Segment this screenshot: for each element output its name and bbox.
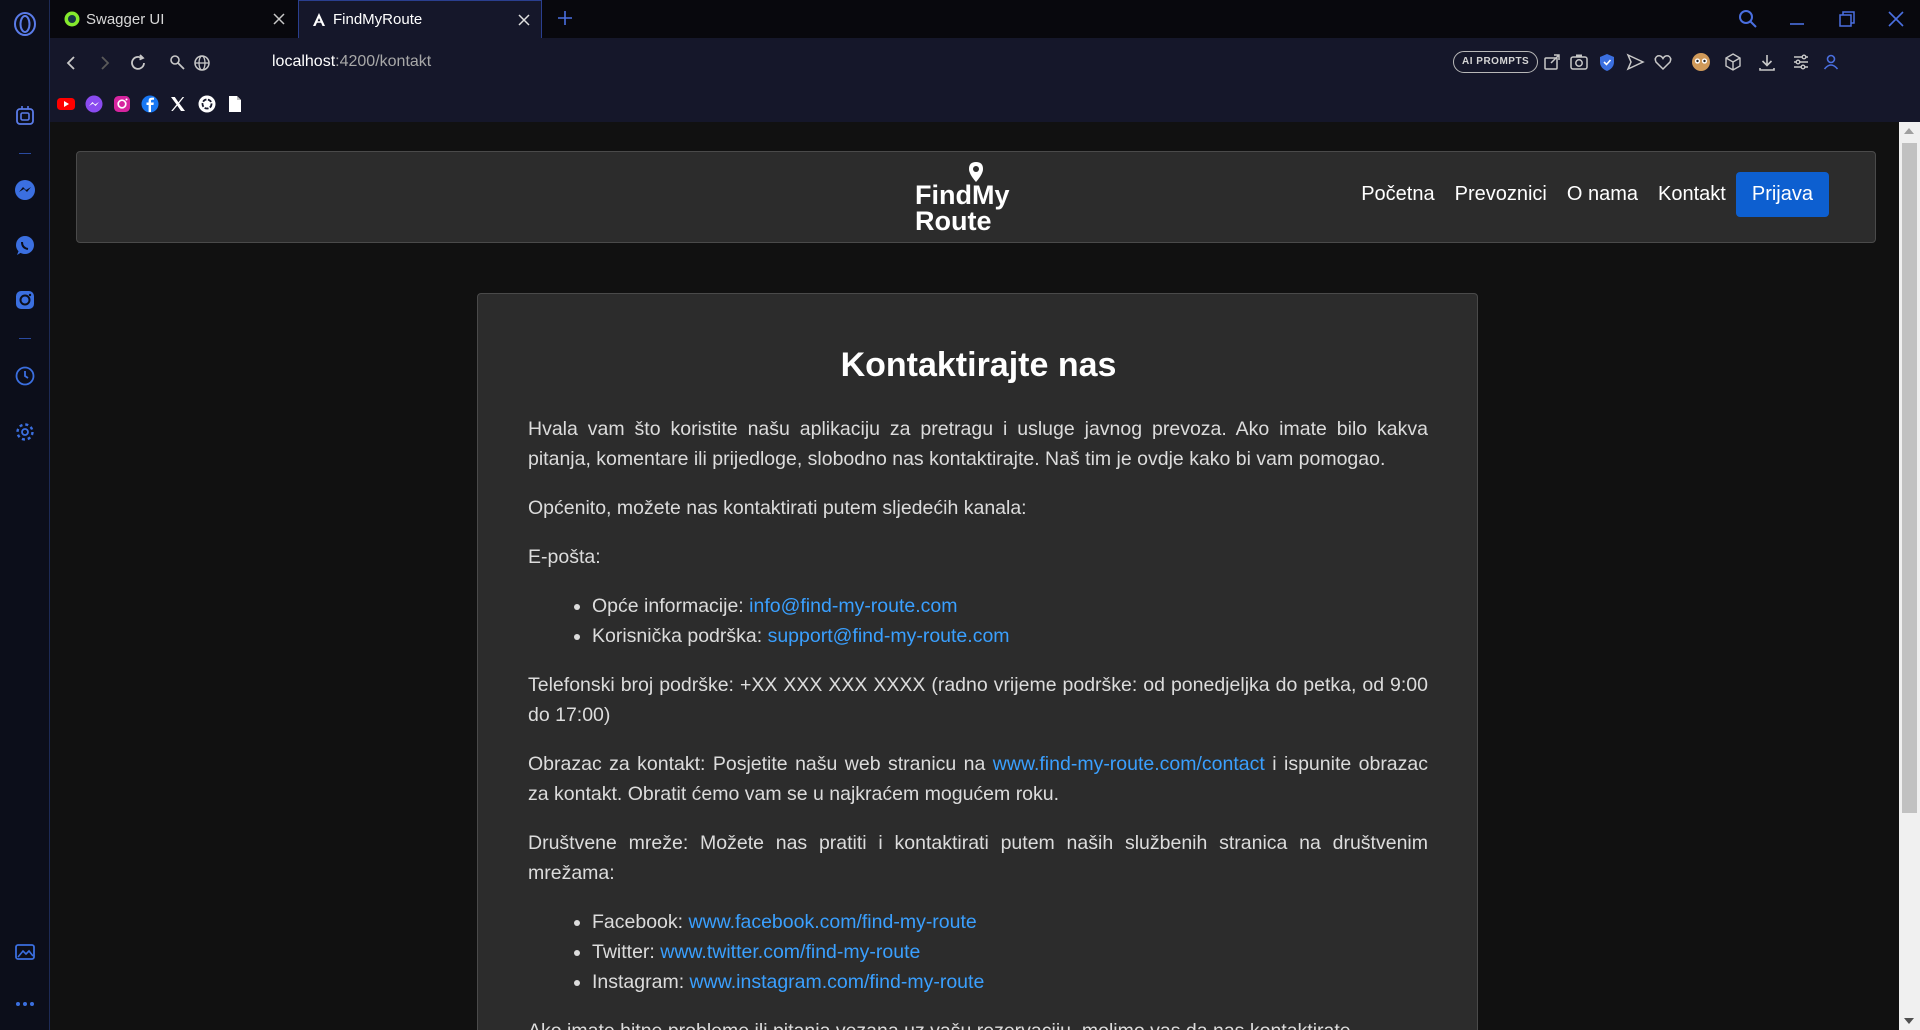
browser-window: Swagger UI FindMyRoute localhost:4200/ko… <box>0 0 1920 1030</box>
search-icon[interactable] <box>1736 7 1760 31</box>
more-icon[interactable] <box>13 992 37 1016</box>
email-link-info[interactable]: info@find-my-route.com <box>749 595 957 617</box>
page-title: Kontaktirajte nas <box>840 346 1117 384</box>
tab-swagger-ui[interactable]: Swagger UI <box>52 0 296 38</box>
opera-sidebar <box>0 0 50 1030</box>
email-link-support[interactable]: support@find-my-route.com <box>768 625 1010 647</box>
list-item: Instagram: www.instagram.com/find-my-rou… <box>592 967 1428 997</box>
findmyroute-logo[interactable]: FindMy Route <box>913 160 1023 236</box>
logo-line2: Route <box>915 206 992 236</box>
chatgpt-icon[interactable] <box>196 93 218 115</box>
new-tab-icon[interactable] <box>553 6 577 30</box>
nav-link-pocetna[interactable]: Početna <box>1361 183 1434 206</box>
nav-link-kontakt[interactable]: Kontakt <box>1658 183 1726 206</box>
url-field[interactable]: localhost:4200/kontakt <box>272 53 431 71</box>
contact-card: Kontaktirajte nas Hvala vam što koristit… <box>477 293 1478 1030</box>
sidebar-separator <box>19 153 31 154</box>
camera-icon[interactable] <box>1568 51 1590 73</box>
social-list: Facebook: www.facebook.com/find-my-route… <box>592 907 1428 997</box>
phone-paragraph: Telefonski broj podrške: +XX XXX XXX XXX… <box>528 674 1428 726</box>
site-navbar: FindMy Route Početna Prevoznici O nama K… <box>76 151 1876 243</box>
ai-prompts-button[interactable]: AI PROMPTS <box>1453 51 1539 73</box>
messenger-icon[interactable] <box>83 93 105 115</box>
share-icon[interactable] <box>1541 51 1563 73</box>
profile-icon[interactable] <box>1820 51 1842 73</box>
swagger-icon <box>64 11 80 27</box>
channels-intro: Općenito, možete nas kontaktirati putem … <box>528 497 1027 519</box>
tab-strip: Swagger UI FindMyRoute <box>50 0 1920 38</box>
close-icon[interactable] <box>515 11 533 29</box>
settings-icon[interactable] <box>13 420 37 444</box>
page-scrollbar[interactable] <box>1899 122 1920 1030</box>
urgent-paragraph: Ako imate hitne probleme ili pitanja vez… <box>528 1016 1428 1030</box>
instagram-icon[interactable] <box>111 93 133 115</box>
url-path: :4200/kontakt <box>335 53 432 70</box>
nav-link-prevoznici[interactable]: Prevoznici <box>1455 183 1547 206</box>
list-item: Facebook: www.facebook.com/find-my-route <box>592 907 1428 937</box>
globe-icon <box>190 51 214 75</box>
reload-icon[interactable] <box>126 51 150 75</box>
back-icon[interactable] <box>60 51 84 75</box>
tab-title: Swagger UI <box>86 10 165 28</box>
form-paragraph: Obrazac za kontakt: Posjetite našu web s… <box>528 749 1428 809</box>
tab-title: FindMyRoute <box>333 11 423 28</box>
facebook-icon[interactable] <box>139 93 161 115</box>
history-icon[interactable] <box>13 364 37 388</box>
list-item: Korisnička podrška: support@find-my-rout… <box>592 621 1428 651</box>
list-item: Twitter: www.twitter.com/find-my-route <box>592 937 1428 967</box>
angular-icon <box>311 12 327 28</box>
nav-link-o-nama[interactable]: O nama <box>1567 183 1638 206</box>
tab-findmyroute[interactable]: FindMyRoute <box>298 0 542 38</box>
login-button[interactable]: Prijava <box>1735 172 1829 217</box>
list-item: Opće informacije: info@find-my-route.com <box>592 591 1428 621</box>
download-icon[interactable] <box>1756 51 1778 73</box>
whatsapp-icon[interactable] <box>13 234 37 258</box>
bookmarks-bar <box>50 88 1920 122</box>
instagram-link[interactable]: www.instagram.com/find-my-route <box>690 971 985 993</box>
form-text-before: Obrazac za kontakt: Posjetite našu web s… <box>528 753 993 775</box>
restore-icon[interactable] <box>1835 7 1859 31</box>
scroll-up-icon[interactable] <box>1904 128 1914 134</box>
forward-icon[interactable] <box>92 51 116 75</box>
scroll-thumb[interactable] <box>1902 143 1917 813</box>
social-item-label: Facebook: <box>592 911 689 933</box>
social-item-label: Twitter: <box>592 941 661 963</box>
box-icon[interactable] <box>1722 51 1744 73</box>
document-icon[interactable] <box>224 93 246 115</box>
url-host: localhost <box>272 53 336 70</box>
facebook-link[interactable]: www.facebook.com/find-my-route <box>688 911 976 933</box>
contact-content: Hvala vam što koristite našu aplikaciju … <box>528 414 1428 1030</box>
close-icon[interactable] <box>270 10 288 28</box>
scroll-down-icon[interactable] <box>1904 1018 1914 1024</box>
instagram-icon[interactable] <box>13 288 37 312</box>
aria-icon[interactable] <box>13 104 37 128</box>
sidebar-separator <box>19 338 31 339</box>
minimize-icon[interactable] <box>1785 7 1809 31</box>
contact-form-link[interactable]: www.find-my-route.com/contact <box>993 753 1265 775</box>
social-item-label: Instagram: <box>592 971 690 993</box>
nav-links: Početna Prevoznici O nama Kontakt Prijav… <box>1361 172 1829 217</box>
heart-icon[interactable] <box>1652 51 1674 73</box>
easy-setup-icon[interactable] <box>1790 51 1812 73</box>
email-label: E-pošta: <box>528 546 601 568</box>
email-item-label: Opće informacije: <box>592 595 750 617</box>
email-item-label: Korisnička podrška: <box>592 625 768 647</box>
site-settings-icon[interactable] <box>166 51 190 75</box>
send-icon[interactable] <box>1624 51 1646 73</box>
youtube-icon[interactable] <box>55 93 77 115</box>
email-list: Opće informacije: info@find-my-route.com… <box>592 591 1428 651</box>
opera-logo-icon[interactable] <box>13 12 37 36</box>
vpn-shield-icon[interactable] <box>1596 51 1618 73</box>
extension-avatar-icon[interactable] <box>1690 51 1712 73</box>
messenger-icon[interactable] <box>13 178 37 202</box>
web-page: FindMy Route Početna Prevoznici O nama K… <box>50 122 1899 1030</box>
intro-paragraph: Hvala vam što koristite našu aplikaciju … <box>528 418 1428 470</box>
social-intro: Društvene mreže: Možete nas pratiti i ko… <box>528 832 1428 884</box>
address-bar-row: localhost:4200/kontakt AI PROMPTS <box>50 38 1920 88</box>
close-window-icon[interactable] <box>1884 7 1908 31</box>
x-icon[interactable] <box>167 93 189 115</box>
gallery-icon[interactable] <box>13 940 37 964</box>
twitter-link[interactable]: www.twitter.com/find-my-route <box>660 941 920 963</box>
